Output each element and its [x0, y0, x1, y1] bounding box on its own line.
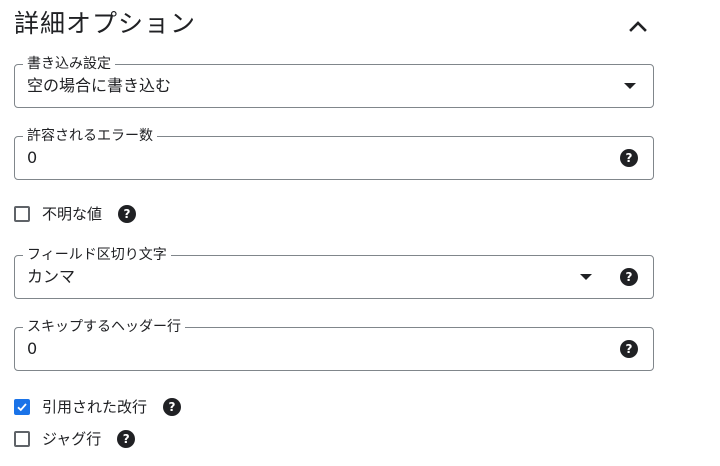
check-icon: [17, 403, 27, 412]
allow-quoted-newlines-row: 引用された改行 ?: [14, 396, 182, 418]
ignore-unknown-values-row: 不明な値 ?: [14, 203, 137, 225]
ignore-unknown-values-checkbox[interactable]: [14, 206, 30, 222]
help-icon[interactable]: ?: [118, 205, 137, 223]
max-bad-records-input[interactable]: 許容されるエラー数 0 ?: [14, 127, 654, 180]
max-bad-records-label: 許容されるエラー数: [23, 127, 157, 145]
section-title: 詳細オプション: [14, 9, 197, 38]
write-preference-label: 書き込み設定: [23, 55, 115, 73]
allow-jagged-rows-label: ジャグ行: [42, 430, 102, 448]
collapse-button[interactable]: [622, 12, 654, 40]
allow-jagged-rows-checkbox[interactable]: [14, 431, 30, 447]
allow-quoted-newlines-checkbox[interactable]: [14, 399, 30, 415]
allow-quoted-newlines-label: 引用された改行: [42, 398, 148, 416]
chevron-up-icon: [629, 21, 647, 32]
write-preference-value: 空の場合に書き込む: [27, 76, 172, 95]
allow-jagged-rows-row: ジャグ行 ?: [14, 428, 136, 450]
help-icon[interactable]: ?: [163, 398, 182, 416]
field-delimiter-label: フィールド区切り文字: [23, 246, 171, 264]
ignore-unknown-values-label: 不明な値: [42, 205, 103, 223]
help-icon[interactable]: ?: [620, 340, 638, 358]
dropdown-arrow-icon: [624, 83, 636, 89]
skip-header-rows-value: 0: [27, 339, 38, 358]
help-icon[interactable]: ?: [117, 430, 136, 448]
field-delimiter-select[interactable]: フィールド区切り文字 カンマ ?: [14, 246, 654, 299]
max-bad-records-value: 0: [27, 148, 38, 167]
help-icon[interactable]: ?: [620, 268, 638, 286]
field-delimiter-value: カンマ: [27, 267, 76, 286]
skip-header-rows-input[interactable]: スキップするヘッダー行 0 ?: [14, 318, 654, 371]
write-preference-select[interactable]: 書き込み設定 空の場合に書き込む: [14, 55, 654, 108]
skip-header-rows-label: スキップするヘッダー行: [23, 318, 185, 336]
dropdown-arrow-icon: [580, 274, 592, 280]
help-icon[interactable]: ?: [620, 149, 638, 167]
